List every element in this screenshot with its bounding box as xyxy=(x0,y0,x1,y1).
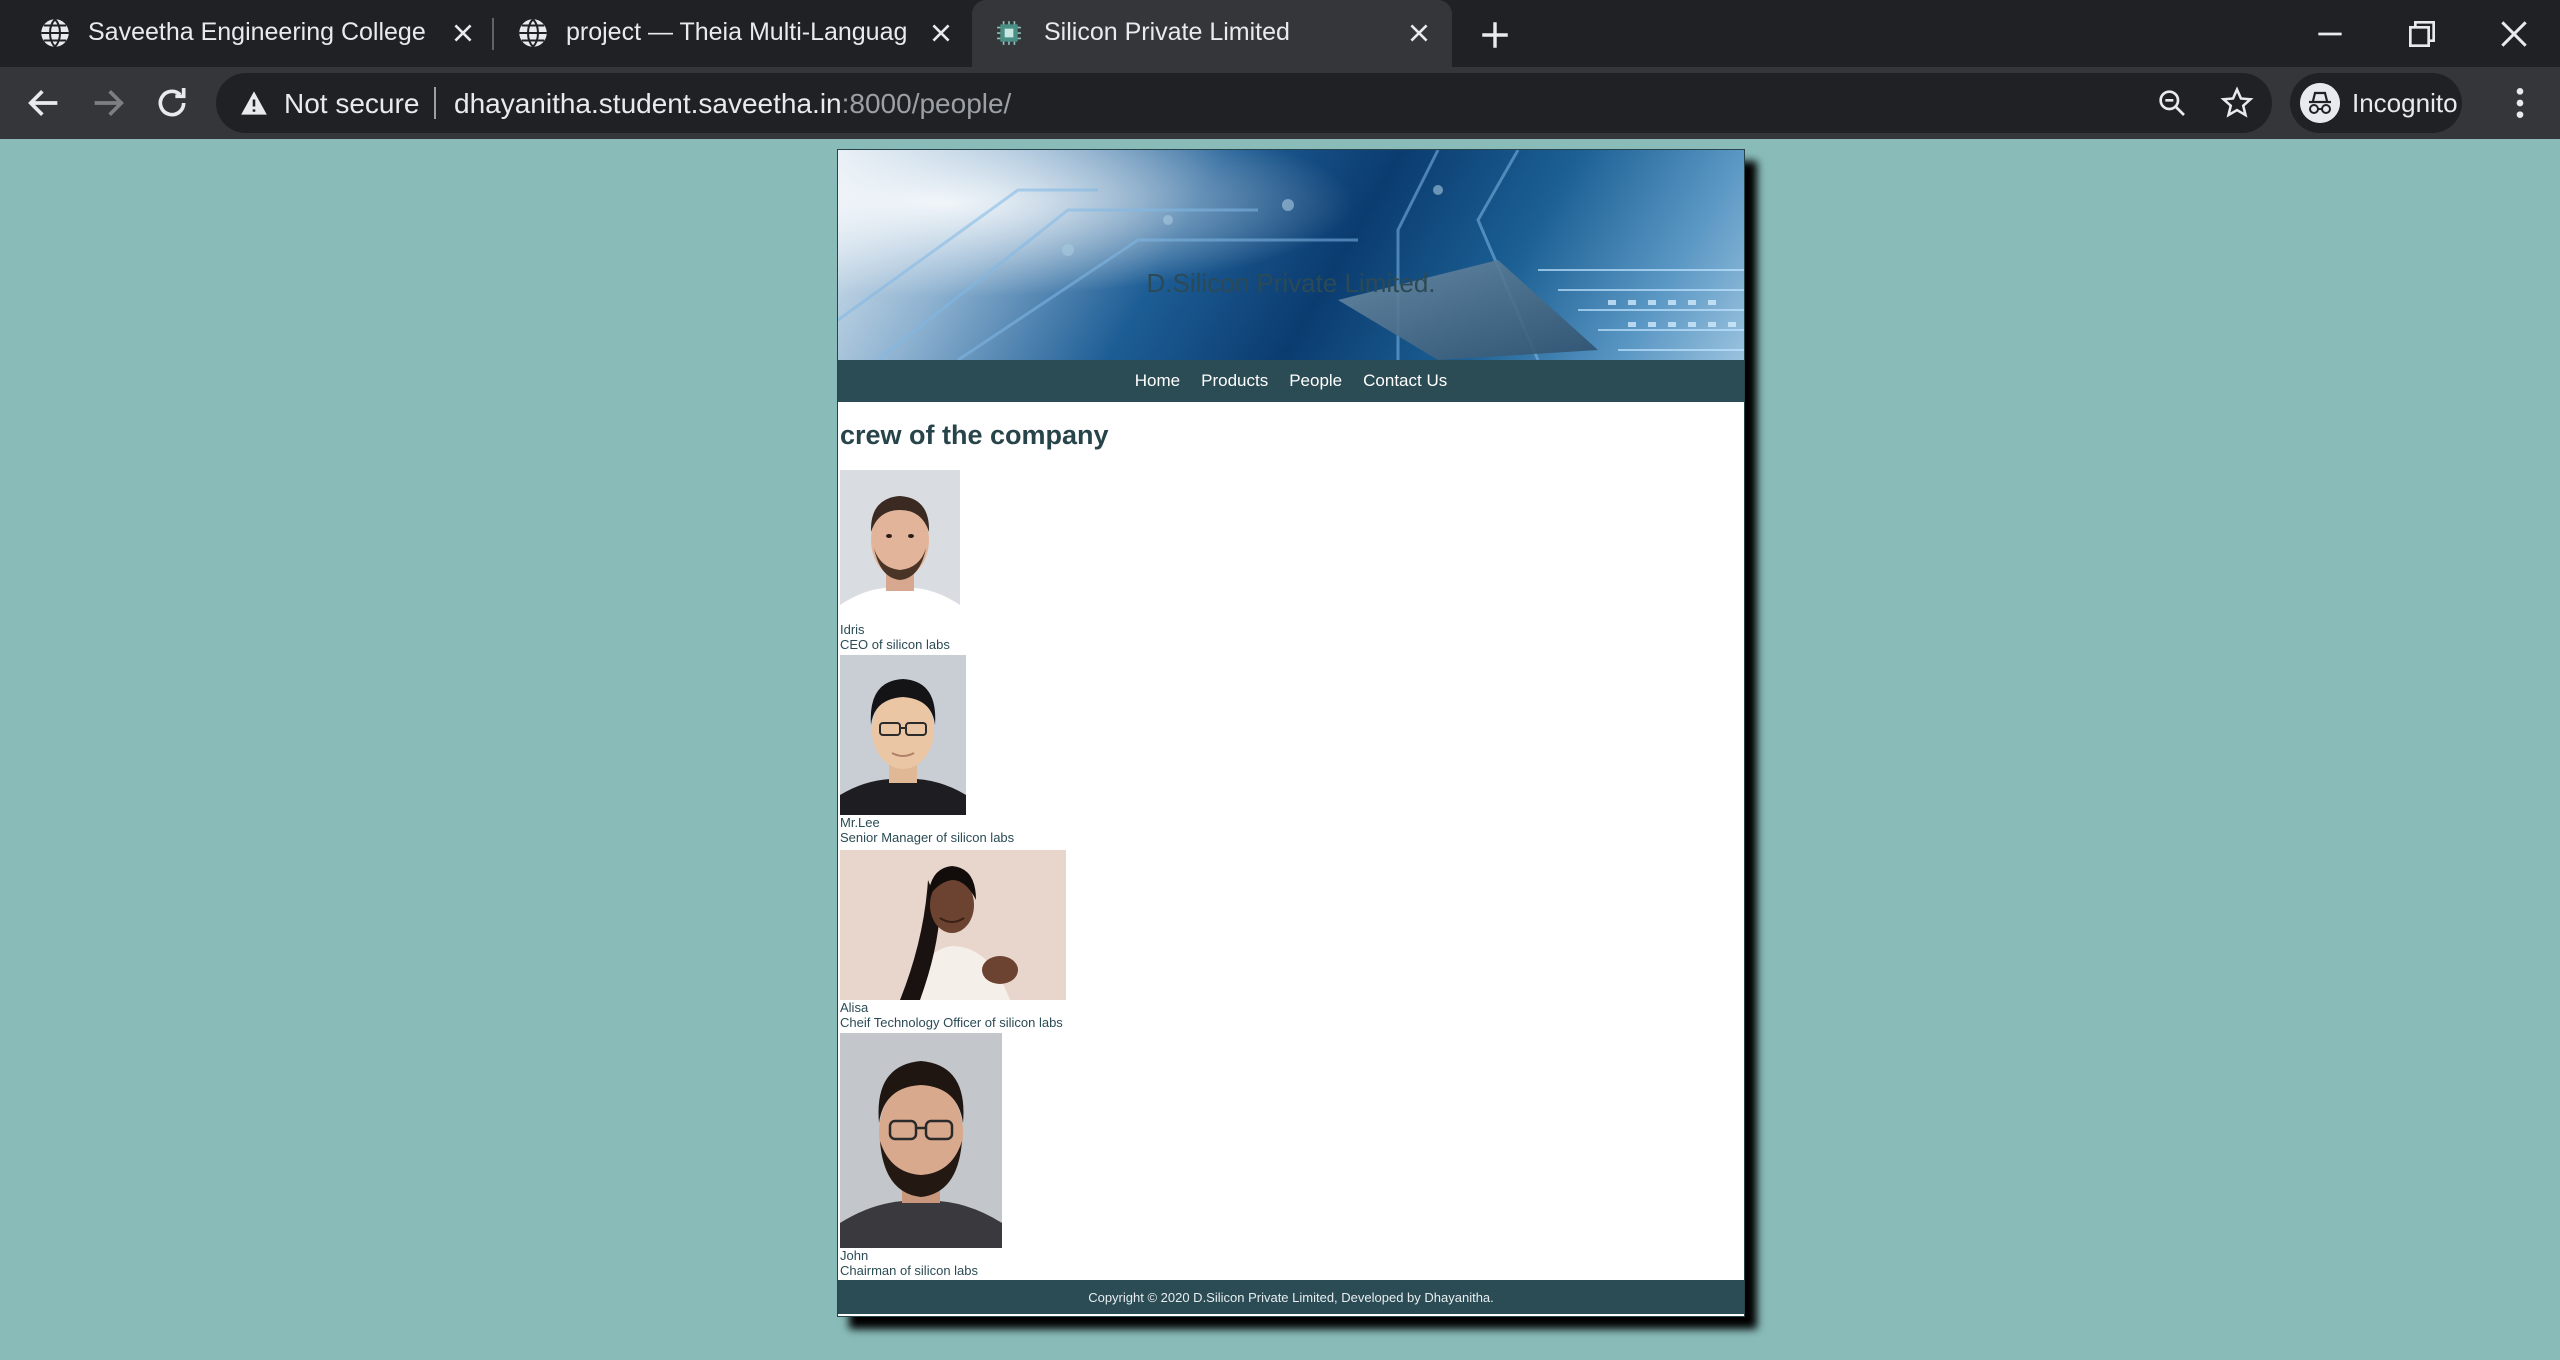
globe-icon xyxy=(519,18,547,48)
site-brand-title: D.Silicon Private Limited. xyxy=(1146,268,1436,298)
person-photo xyxy=(840,1033,1002,1248)
person-name: John xyxy=(840,1248,869,1263)
person-card: John Chairman of silicon labs xyxy=(840,1033,1002,1278)
tab-title: project — Theia Multi-Language xyxy=(566,18,906,46)
person-role: CEO of silicon labs xyxy=(840,637,950,652)
tab-title: Silicon Private Limited xyxy=(1044,18,1290,46)
circuit-board-image xyxy=(838,150,1744,360)
person-card: Alisa Cheif Technology Officer of silico… xyxy=(840,850,1066,1030)
close-icon[interactable] xyxy=(1406,20,1432,46)
person-name: Mr.Lee xyxy=(840,815,880,830)
close-window-icon[interactable] xyxy=(2494,14,2534,54)
forward-arrow-icon[interactable] xyxy=(88,83,128,123)
url-host: dhayanitha.student.saveetha.in xyxy=(454,88,842,119)
person-role: Senior Manager of silicon labs xyxy=(840,830,1015,845)
url-text[interactable]: dhayanitha.student.saveetha.in:8000/peop… xyxy=(454,88,1011,120)
url-path: :8000/people/ xyxy=(841,88,1012,119)
bookmark-star-icon[interactable] xyxy=(2220,86,2254,120)
omnibox-divider xyxy=(434,87,436,119)
address-bar[interactable]: Not secure dhayanitha.student.saveetha.i… xyxy=(216,73,2272,133)
nav-link-home[interactable]: Home xyxy=(1135,371,1180,391)
close-icon[interactable] xyxy=(450,20,476,46)
security-status[interactable]: Not secure xyxy=(284,88,419,120)
person-card: Idris CEO of silicon labs xyxy=(840,470,960,652)
warning-triangle-icon[interactable] xyxy=(240,90,268,116)
profile-label: Incognito xyxy=(2352,88,2458,118)
person-role: Chairman of silicon labs xyxy=(840,1263,979,1278)
header-banner: D.Silicon Private Limited. xyxy=(838,150,1744,360)
more-menu-icon[interactable] xyxy=(2500,83,2540,123)
person-name: Alisa xyxy=(840,1000,869,1015)
browser-toolbar: Not secure dhayanitha.student.saveetha.i… xyxy=(0,67,2560,139)
nav-link-people[interactable]: People xyxy=(1289,371,1342,391)
site-container: D.Silicon Private Limited. Home Products… xyxy=(837,149,1745,1317)
back-arrow-icon[interactable] xyxy=(24,83,64,123)
globe-icon xyxy=(41,18,69,48)
person-photo xyxy=(840,470,960,622)
reload-icon[interactable] xyxy=(152,83,192,123)
site-nav: Home Products People Contact Us xyxy=(838,360,1744,402)
restore-icon[interactable] xyxy=(2402,14,2442,54)
page-heading: crew of the company xyxy=(840,420,1109,450)
tab-theia[interactable]: project — Theia Multi-Language xyxy=(478,0,968,67)
person-name: Idris xyxy=(840,622,865,637)
browser-tab-strip: Saveetha Engineering College project — T… xyxy=(0,0,2560,67)
zoom-magnifier-icon[interactable] xyxy=(2156,87,2188,119)
person-card: Mr.Lee Senior Manager of silicon labs xyxy=(840,655,1014,845)
person-photo xyxy=(840,850,1066,1000)
incognito-icon xyxy=(2300,83,2340,123)
nav-link-contact-us[interactable]: Contact Us xyxy=(1363,371,1447,391)
site-footer: Copyright © 2020 D.Silicon Private Limit… xyxy=(838,1280,1744,1314)
tab-silicon-active[interactable]: Silicon Private Limited xyxy=(972,0,1452,67)
close-icon[interactable] xyxy=(928,20,954,46)
tab-saveetha[interactable]: Saveetha Engineering College xyxy=(0,0,490,67)
new-tab-plus-icon[interactable] xyxy=(1478,18,1512,52)
nav-link-products[interactable]: Products xyxy=(1201,371,1268,391)
chip-icon xyxy=(997,21,1021,45)
incognito-profile-button[interactable]: Incognito xyxy=(2290,73,2462,133)
person-role: Cheif Technology Officer of silicon labs xyxy=(840,1015,1063,1030)
page-viewport: D.Silicon Private Limited. Home Products… xyxy=(0,139,2560,1360)
tab-title: Saveetha Engineering College xyxy=(88,18,426,46)
minimize-icon[interactable] xyxy=(2310,14,2350,54)
person-photo xyxy=(840,655,966,815)
